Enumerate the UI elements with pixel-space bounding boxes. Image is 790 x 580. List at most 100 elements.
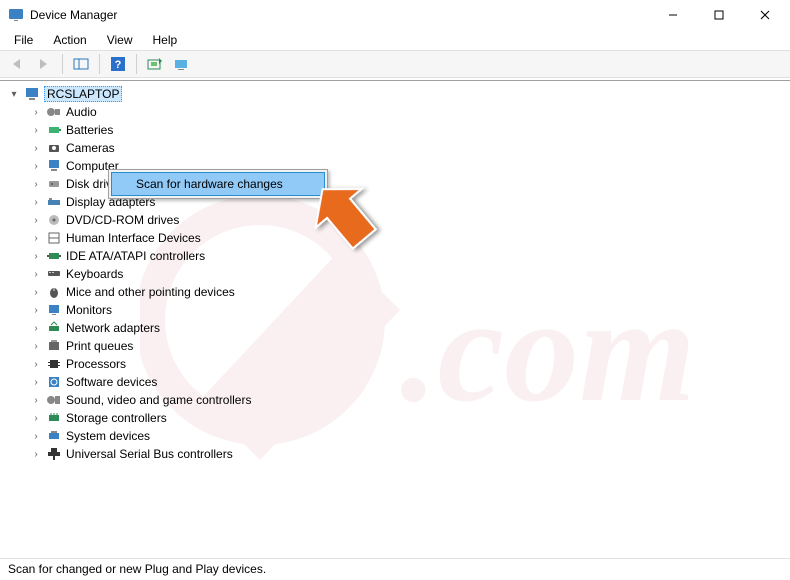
tree-item-label: Monitors [66, 303, 112, 317]
tree-item[interactable]: › Cameras [8, 139, 782, 157]
expand-icon[interactable]: › [30, 305, 42, 316]
expand-icon[interactable]: › [30, 107, 42, 118]
window-title: Device Manager [30, 8, 650, 22]
toolbar: ? [0, 50, 790, 78]
device-category-icon [46, 248, 62, 264]
device-category-icon [46, 230, 62, 246]
tree-item[interactable]: › Batteries [8, 121, 782, 139]
tree-item[interactable]: › Print queues [8, 337, 782, 355]
expand-icon[interactable]: › [30, 143, 42, 154]
tree-item-label: Print queues [66, 339, 133, 353]
scan-hardware-button[interactable] [143, 53, 167, 75]
context-menu: Scan for hardware changes [108, 169, 328, 199]
expand-icon[interactable]: › [30, 323, 42, 334]
tree-item[interactable]: › Human Interface Devices [8, 229, 782, 247]
tree-item[interactable]: › Mice and other pointing devices [8, 283, 782, 301]
menu-view[interactable]: View [97, 31, 143, 49]
svg-text:?: ? [115, 59, 122, 71]
tree-item[interactable]: › Processors [8, 355, 782, 373]
close-button[interactable] [742, 0, 788, 30]
device-category-icon [46, 104, 62, 120]
forward-button[interactable] [32, 53, 56, 75]
tree-item-label: Network adapters [66, 321, 160, 335]
device-manager-window: .com Device Manager File Action View Hel… [0, 0, 790, 580]
expand-icon[interactable]: › [30, 359, 42, 370]
device-category-icon [46, 122, 62, 138]
menu-help[interactable]: Help [143, 31, 188, 49]
expand-icon[interactable]: › [30, 395, 42, 406]
toolbar-separator [99, 54, 100, 74]
expand-icon[interactable]: › [30, 413, 42, 424]
device-category-icon [46, 392, 62, 408]
expand-icon[interactable]: › [30, 125, 42, 136]
device-category-icon [46, 212, 62, 228]
expand-icon[interactable]: › [30, 251, 42, 262]
device-category-icon [46, 410, 62, 426]
tree-item[interactable]: ›Software devices [8, 373, 782, 391]
expand-icon[interactable]: › [30, 449, 42, 460]
tree-item[interactable]: ›IDE ATA/ATAPI controllers [8, 247, 782, 265]
tree-item-label: Universal Serial Bus controllers [66, 447, 233, 461]
expand-icon[interactable]: › [30, 215, 42, 226]
tree-item-label: Batteries [66, 123, 113, 137]
tree-item[interactable]: › System devices [8, 427, 782, 445]
expand-icon[interactable]: › [30, 377, 42, 388]
minimize-button[interactable] [650, 0, 696, 30]
show-hide-tree-button[interactable] [69, 53, 93, 75]
expand-icon[interactable]: › [30, 233, 42, 244]
expand-icon[interactable]: › [30, 431, 42, 442]
app-icon [8, 7, 24, 23]
back-button[interactable] [6, 53, 30, 75]
tree-item[interactable]: › Monitors [8, 301, 782, 319]
tree-item[interactable]: › Universal Serial Bus controllers [8, 445, 782, 463]
tree-item-label: DVD/CD-ROM drives [66, 213, 179, 227]
tree-item-label: Keyboards [66, 267, 123, 281]
expand-icon[interactable]: › [30, 341, 42, 352]
tree-item[interactable]: › Audio [8, 103, 782, 121]
maximize-button[interactable] [696, 0, 742, 30]
statusbar-text: Scan for changed or new Plug and Play de… [8, 562, 266, 576]
expand-icon[interactable]: › [30, 269, 42, 280]
tree-root-label[interactable]: RCSLAPTOP [44, 86, 122, 102]
device-category-icon [46, 302, 62, 318]
tree-item-label: Mice and other pointing devices [66, 285, 235, 299]
tree-item-label: Storage controllers [66, 411, 167, 425]
menu-action[interactable]: Action [43, 31, 96, 49]
tree-root-row[interactable]: ▾ RCSLAPTOP [8, 85, 782, 103]
tree-item-label: Cameras [66, 141, 115, 155]
tree-item-label: Processors [66, 357, 126, 371]
context-menu-item-scan[interactable]: Scan for hardware changes [111, 172, 325, 196]
device-category-icon [46, 356, 62, 372]
device-category-icon [46, 140, 62, 156]
help-button[interactable]: ? [106, 53, 130, 75]
window-buttons [650, 0, 788, 30]
device-tree[interactable]: ▾ RCSLAPTOP ›Audio›Batteries›Cameras›Com… [0, 80, 790, 558]
statusbar: Scan for changed or new Plug and Play de… [0, 558, 790, 580]
tree-item[interactable]: › Storage controllers [8, 409, 782, 427]
tree-item[interactable]: ›Sound, video and game controllers [8, 391, 782, 409]
titlebar: Device Manager [0, 0, 790, 30]
device-category-icon [46, 284, 62, 300]
computer-icon [24, 86, 40, 102]
menu-file[interactable]: File [4, 31, 43, 49]
device-category-icon [46, 374, 62, 390]
device-category-icon [46, 194, 62, 210]
device-category-icon [46, 158, 62, 174]
device-category-icon [46, 446, 62, 462]
tree-item-label: Human Interface Devices [66, 231, 201, 245]
tree-item-label: System devices [66, 429, 150, 443]
expand-collapse-icon[interactable]: ▾ [8, 89, 20, 100]
device-category-icon [46, 428, 62, 444]
tree-item[interactable]: › Network adapters [8, 319, 782, 337]
expand-icon[interactable]: › [30, 161, 42, 172]
tree-item-label: Audio [66, 105, 97, 119]
devices-button[interactable] [169, 53, 193, 75]
expand-icon[interactable]: › [30, 197, 42, 208]
expand-icon[interactable]: › [30, 287, 42, 298]
toolbar-separator [136, 54, 137, 74]
tree-item[interactable]: › Keyboards [8, 265, 782, 283]
expand-icon[interactable]: › [30, 179, 42, 190]
toolbar-separator [62, 54, 63, 74]
menubar: File Action View Help [0, 30, 790, 50]
tree-item[interactable]: › DVD/CD-ROM drives [8, 211, 782, 229]
